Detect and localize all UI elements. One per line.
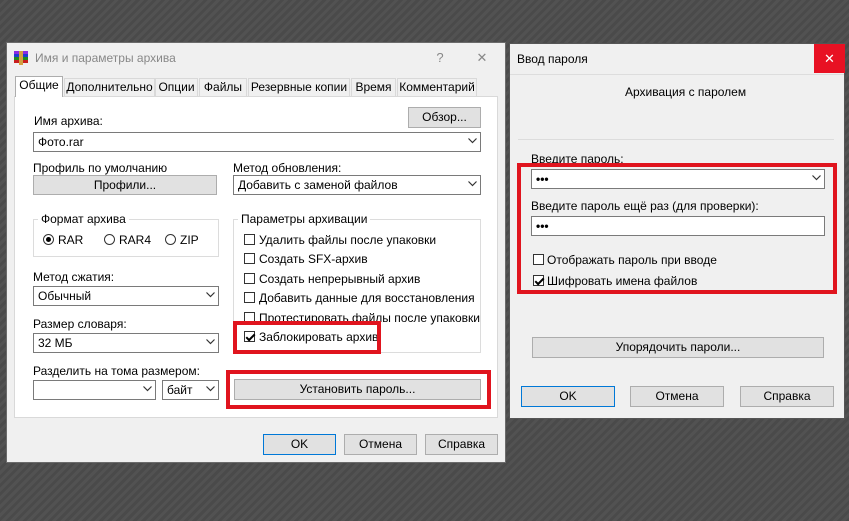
password-cancel-button[interactable]: Отмена: [630, 386, 724, 407]
chevron-down-icon[interactable]: [139, 381, 155, 399]
solid-checkbox[interactable]: [244, 273, 255, 284]
cancel-button[interactable]: Отмена: [344, 434, 417, 455]
format-rar-radio[interactable]: [43, 234, 54, 245]
encrypt-names-checkbox[interactable]: [533, 275, 544, 286]
dictionary-select[interactable]: 32 МБ: [33, 333, 219, 353]
tab-general[interactable]: Общие: [15, 76, 63, 97]
split-unit-value: байт: [167, 383, 193, 397]
update-method-label: Метод обновления:: [233, 161, 342, 175]
close-title-button[interactable]: ✕: [459, 43, 505, 73]
archive-name-field[interactable]: Фото.rar: [33, 132, 481, 152]
tab-comment[interactable]: Комментарий: [397, 78, 477, 96]
tab-advanced[interactable]: Дополнительно: [64, 78, 155, 96]
split-size-select[interactable]: [33, 380, 156, 400]
params-group-title: Параметры архивации: [238, 212, 371, 226]
format-zip-radio[interactable]: [165, 234, 176, 245]
lock-archive-checkbox[interactable]: [244, 331, 255, 342]
update-method-select[interactable]: Добавить с заменой файлов: [233, 175, 481, 195]
compression-value: Обычный: [38, 289, 92, 303]
profile-label: Профиль по умолчанию: [33, 161, 168, 175]
lock-archive-label[interactable]: Заблокировать архив: [259, 330, 378, 344]
format-rar4-radio[interactable]: [104, 234, 115, 245]
chevron-down-icon[interactable]: [202, 381, 218, 399]
password-ok-button[interactable]: OK: [521, 386, 615, 407]
recovery-checkbox[interactable]: [244, 292, 255, 303]
encrypt-names-label[interactable]: Шифровать имена файлов: [547, 274, 697, 288]
split-unit-select[interactable]: байт: [162, 380, 219, 400]
tab-options[interactable]: Опции: [155, 78, 198, 96]
password-value: •••: [536, 172, 549, 186]
archive-dialog-title: Имя и параметры архива: [35, 51, 176, 65]
update-method-value: Добавить с заменой файлов: [238, 178, 398, 192]
organize-passwords-button[interactable]: Упорядочить пароли...: [532, 337, 824, 358]
chevron-down-icon[interactable]: [464, 176, 480, 194]
sfx-checkbox[interactable]: [244, 253, 255, 264]
chevron-down-icon[interactable]: [202, 334, 218, 352]
format-rar4-label[interactable]: RAR4: [119, 233, 151, 247]
delete-files-label[interactable]: Удалить файлы после упаковки: [259, 233, 436, 247]
format-group-title: Формат архива: [38, 212, 129, 226]
archive-name-value: Фото.rar: [38, 135, 84, 149]
delete-files-checkbox[interactable]: [244, 234, 255, 245]
ok-button[interactable]: OK: [263, 434, 336, 455]
split-label: Разделить на тома размером:: [33, 364, 200, 378]
password-repeat-value: •••: [536, 219, 549, 233]
chevron-down-icon[interactable]: [202, 287, 218, 305]
test-files-checkbox[interactable]: [244, 312, 255, 323]
tab-files[interactable]: Файлы: [199, 78, 247, 96]
close-icon[interactable]: ✕: [814, 44, 845, 73]
password-dialog-title: Ввод пароля: [517, 52, 588, 66]
set-password-button[interactable]: Установить пароль...: [234, 379, 481, 400]
browse-button[interactable]: Обзор...: [408, 107, 481, 128]
chevron-down-icon[interactable]: [464, 133, 480, 151]
sfx-label[interactable]: Создать SFX-архив: [259, 252, 368, 266]
test-files-label[interactable]: Протестировать файлы после упаковки: [259, 311, 480, 325]
password-label: Введите пароль:: [531, 152, 624, 166]
tab-backup[interactable]: Резервные копии: [248, 78, 350, 96]
tab-time[interactable]: Время: [351, 78, 396, 96]
password-heading: Архивация с паролем: [625, 85, 747, 99]
help-button[interactable]: Справка: [425, 434, 498, 455]
compression-select[interactable]: Обычный: [33, 286, 219, 306]
show-password-label[interactable]: Отображать пароль при вводе: [547, 253, 717, 267]
help-title-button[interactable]: ?: [417, 43, 463, 73]
password-input[interactable]: •••: [531, 169, 825, 189]
show-password-checkbox[interactable]: [533, 254, 544, 265]
profiles-button[interactable]: Профили...: [33, 175, 217, 195]
solid-label[interactable]: Создать непрерывный архив: [259, 272, 420, 286]
dictionary-label: Размер словаря:: [33, 317, 127, 331]
dictionary-value: 32 МБ: [38, 336, 73, 350]
format-rar-label[interactable]: RAR: [58, 233, 83, 247]
recovery-label[interactable]: Добавить данные для восстановления: [259, 291, 475, 305]
format-zip-label[interactable]: ZIP: [180, 233, 199, 247]
compression-label: Метод сжатия:: [33, 270, 115, 284]
chevron-down-icon[interactable]: [808, 170, 824, 188]
password-dialog-titlebar[interactable]: Ввод пароля ✕: [510, 44, 845, 75]
archive-dialog-titlebar[interactable]: Имя и параметры архива ? ✕: [7, 43, 505, 73]
password-repeat-input[interactable]: •••: [531, 216, 825, 236]
password-help-button[interactable]: Справка: [740, 386, 834, 407]
password-repeat-label: Введите пароль ещё раз (для проверки):: [531, 199, 759, 213]
archive-name-label: Имя архива:: [34, 114, 103, 128]
winrar-app-icon: [13, 51, 29, 65]
